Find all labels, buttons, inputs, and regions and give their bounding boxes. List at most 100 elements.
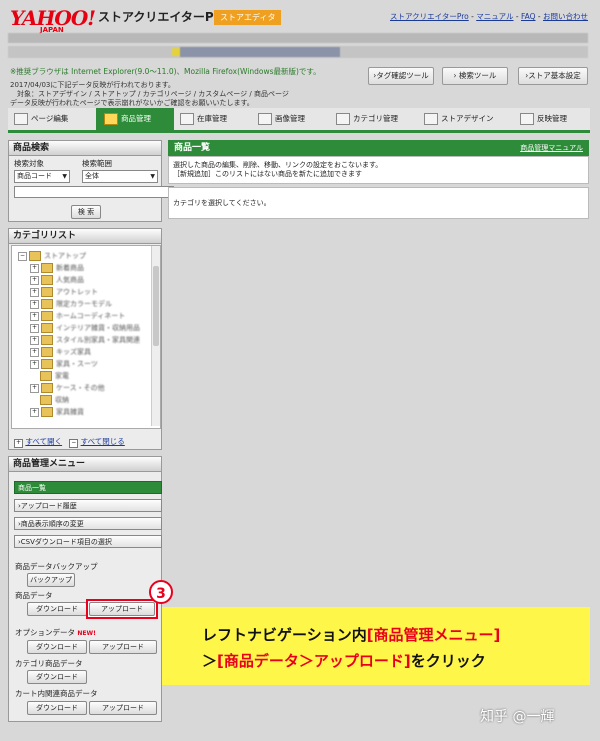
folder-icon xyxy=(40,395,52,405)
expand-icon: + xyxy=(30,383,39,393)
tab-store-design[interactable]: ストアデザイン xyxy=(424,108,508,130)
option-data-label: オプションデータ NEW! xyxy=(15,628,96,637)
category-icon xyxy=(336,113,350,125)
tree-item[interactable]: 家電 xyxy=(40,370,69,382)
menu-product-list[interactable]: 商品一覧 xyxy=(14,481,162,494)
app-title: ストアクリエイターPro xyxy=(98,10,228,24)
cart-related-label: カート内関連商品データ xyxy=(15,689,98,698)
tree-item[interactable]: + アウトレット xyxy=(30,286,98,298)
browser-notice: ※推奨ブラウザは Internet Explorer(9.0〜11.0)、Moz… xyxy=(10,67,321,76)
folder-icon xyxy=(40,371,52,381)
backup-button[interactable]: バックアップ xyxy=(27,573,75,587)
tree-scrollbar[interactable] xyxy=(151,246,160,426)
main-empty-message: カテゴリを選択してください。 xyxy=(168,187,589,219)
folder-icon xyxy=(41,275,53,285)
new-badge: NEW! xyxy=(77,630,96,637)
tree-item[interactable]: 収納 xyxy=(40,394,69,406)
product-data-label: 商品データ xyxy=(15,591,53,600)
store-settings-button[interactable]: ›ストア基本設定 xyxy=(518,67,588,85)
inventory-icon xyxy=(180,113,194,125)
menu-csv-columns[interactable]: ›CSVダウンロード項目の選択 xyxy=(14,535,162,548)
folder-icon xyxy=(41,347,53,357)
step-number-badge: 3 xyxy=(149,580,173,604)
tree-item[interactable]: + スタイル別家具・家具関連 xyxy=(30,334,140,346)
folder-icon xyxy=(41,383,53,393)
tree-root[interactable]: − ストアトップ xyxy=(18,250,86,262)
tab-inventory[interactable]: 在庫管理 xyxy=(180,108,258,130)
reflect-notice: 2017/04/03に下記データ反映が行われております。 対象：ストアデザイン … xyxy=(10,81,289,107)
option-data-upload-button[interactable]: アップロード xyxy=(89,640,157,654)
category-product-label: カテゴリ商品データ xyxy=(15,659,83,668)
tree-item[interactable]: + ケース・その他 xyxy=(30,382,105,394)
expand-icon: + xyxy=(30,323,39,333)
search-range-select[interactable]: 全体 ▼ xyxy=(82,170,158,183)
expand-icon: + xyxy=(30,263,39,273)
backup-section-label: 商品データバックアップ xyxy=(15,562,98,571)
folder-icon xyxy=(41,335,53,345)
expand-icon: + xyxy=(30,407,39,417)
image-icon xyxy=(258,113,272,125)
folder-icon xyxy=(41,323,53,333)
product-data-upload-button[interactable]: アップロード xyxy=(89,602,155,616)
tag-check-tool-button[interactable]: ›タグ確認ツール xyxy=(368,67,434,85)
expand-all-link[interactable]: すべて開く xyxy=(25,437,62,446)
tree-item[interactable]: + ホームコーディネート xyxy=(30,310,125,322)
plus-icon: + xyxy=(14,439,23,448)
tab-category-management[interactable]: カテゴリ管理 xyxy=(336,108,416,130)
link-storecreator-pro[interactable]: ストアクリエイターPro xyxy=(390,12,469,21)
top-links: ストアクリエイターPro - マニュアル - FAQ - お問い合わせ xyxy=(390,12,588,21)
cart-related-upload-button[interactable]: アップロード xyxy=(89,701,157,715)
expand-icon: + xyxy=(30,359,39,369)
tab-product-management[interactable]: 商品管理 xyxy=(96,108,174,130)
tree-item[interactable]: + 限定カラーモデル xyxy=(30,298,112,310)
expand-icon: + xyxy=(30,335,39,345)
link-manual[interactable]: マニュアル xyxy=(476,12,513,21)
expand-icon: + xyxy=(30,299,39,309)
search-tool-button[interactable]: › 検索ツール xyxy=(442,67,508,85)
menu-upload-history[interactable]: ›アップロード履歴 xyxy=(14,499,162,512)
collapse-icon: − xyxy=(18,251,27,261)
product-data-download-button[interactable]: ダウンロード xyxy=(27,602,87,616)
minus-icon: − xyxy=(69,439,79,448)
instruction-callout: レフトナビゲーション内[商品管理メニュー] ＞[商品データ＞アップロード]をクリ… xyxy=(162,607,590,685)
tab-image-management[interactable]: 画像管理 xyxy=(258,108,336,130)
search-range-label: 検索範囲 xyxy=(82,159,112,168)
folder-icon xyxy=(41,263,53,273)
search-target-label: 検索対象 xyxy=(14,159,44,168)
tree-item[interactable]: + 人気商品 xyxy=(30,274,84,286)
option-data-download-button[interactable]: ダウンロード xyxy=(27,640,87,654)
main-title: 商品一覧 xyxy=(174,143,211,153)
tree-controls: + すべて開く − すべて閉じる xyxy=(14,436,125,448)
expand-icon: + xyxy=(30,311,39,321)
tree-item[interactable]: + 家具雑貨 xyxy=(30,406,84,418)
product-manual-link[interactable]: 商品管理マニュアル xyxy=(520,140,583,156)
blurred-account-bar xyxy=(8,33,588,43)
page-icon xyxy=(14,113,28,125)
tree-item[interactable]: + インテリア雑貨・収納用品 xyxy=(30,322,140,334)
link-faq[interactable]: FAQ xyxy=(521,12,536,21)
tab-reflect-management[interactable]: 反映管理 xyxy=(520,108,590,130)
tab-page-edit[interactable]: ページ編集 xyxy=(14,108,92,130)
category-product-download-button[interactable]: ダウンロード xyxy=(27,670,87,684)
search-button[interactable]: 検 索 xyxy=(71,205,101,219)
search-target-select[interactable]: 商品コード ▼ xyxy=(14,170,70,183)
tree-item[interactable]: + キッズ家具 xyxy=(30,346,91,358)
chevron-down-icon: ▼ xyxy=(150,173,155,180)
chevron-down-icon: ▼ xyxy=(62,173,67,180)
product-icon xyxy=(104,113,118,125)
store-editor-badge: ストアエディタ xyxy=(214,10,282,25)
collapse-all-link[interactable]: すべて閉じる xyxy=(81,437,125,446)
link-contact[interactable]: お問い合わせ xyxy=(543,12,588,21)
search-keyword-input[interactable] xyxy=(14,186,174,198)
menu-display-order[interactable]: ›商品表示順序の変更 xyxy=(14,517,162,530)
product-menu-panel: 商品管理メニュー 商品一覧 ›アップロード履歴 ›商品表示順序の変更 ›CSVダ… xyxy=(8,456,162,722)
expand-icon: + xyxy=(30,275,39,285)
main-header: 商品一覧 商品管理マニュアル xyxy=(168,140,589,156)
folder-icon xyxy=(29,251,41,261)
tree-item[interactable]: + 新着商品 xyxy=(30,262,84,274)
tree-item[interactable]: + 家具・スーツ xyxy=(30,358,98,370)
cart-related-download-button[interactable]: ダウンロード xyxy=(27,701,87,715)
main-description: 選択した商品の編集、削除、移動、リンクの設定をおこないます。 ［新規追加］このリ… xyxy=(168,156,589,184)
zhihu-watermark: 知乎 @一輝 xyxy=(480,709,555,725)
reflect-icon xyxy=(520,113,534,125)
